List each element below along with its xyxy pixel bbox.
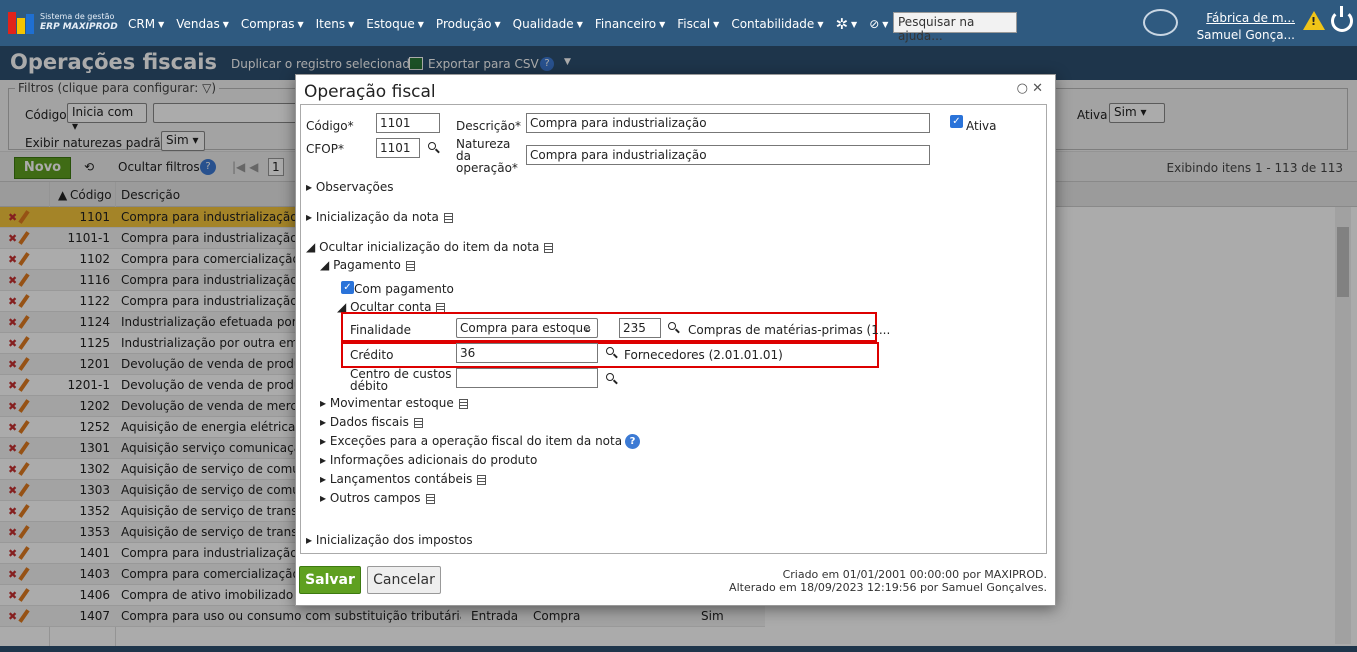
cancelar-button[interactable]: Cancelar bbox=[367, 566, 441, 594]
finalidade-description: Compras de matérias-primas (1... bbox=[688, 323, 891, 337]
company-name[interactable]: Fábrica de m... bbox=[1190, 10, 1295, 27]
menu-estoque[interactable]: Estoque ▼ bbox=[366, 15, 424, 33]
help-circle-icon[interactable]: ? bbox=[625, 434, 641, 449]
credito-search-icon[interactable] bbox=[606, 347, 614, 355]
ativa-checkbox[interactable]: ✓ bbox=[950, 115, 963, 128]
ocultar-item-section[interactable]: ◢ Ocultar inicialização do item da nota bbox=[306, 240, 554, 254]
menu-vendas[interactable]: Vendas ▼ bbox=[176, 15, 229, 33]
finalidade-select[interactable]: Compra para estoque ⌄ bbox=[456, 318, 598, 338]
help-search-input[interactable]: Pesquisar na ajuda... bbox=[893, 12, 1017, 43]
cfop-label: CFOP* bbox=[306, 142, 344, 156]
finalidade-code-input[interactable]: 235 bbox=[619, 318, 661, 338]
main-menu: CRM ▼ Vendas ▼ Compras ▼ Itens ▼ Estoque ▼ Pr… bbox=[128, 15, 888, 33]
triangle-right-icon: ▸ bbox=[306, 180, 313, 194]
menu-crm[interactable]: CRM ▼ bbox=[128, 15, 164, 33]
triangle-right-icon: ▸ bbox=[320, 396, 327, 410]
triangle-right-icon: ▸ bbox=[320, 415, 327, 429]
salvar-button[interactable]: Salvar bbox=[299, 566, 361, 594]
dialog-title: Operação fiscal bbox=[304, 82, 436, 102]
dialog-body: Código* 1101 CFOP* 1101 Descrição* Compr… bbox=[300, 104, 1047, 554]
cfop-input[interactable]: 1101 bbox=[376, 138, 420, 158]
menu-producao[interactable]: Produção ▼ bbox=[436, 15, 501, 33]
document-icon[interactable] bbox=[405, 260, 415, 271]
modified-info: Alterado em 18/09/2023 12:19:56 por Samu… bbox=[729, 581, 1047, 594]
dialog-title-buttons: ○ ✕ bbox=[1017, 81, 1043, 96]
ativa-label: Ativa bbox=[966, 119, 997, 133]
triangle-right-icon: ▸ bbox=[320, 434, 327, 448]
help-icon[interactable]: ⊘ ▼ bbox=[869, 15, 888, 33]
chat-bubble-icon[interactable] bbox=[1143, 9, 1178, 36]
dados-fiscais-section[interactable]: ▸ Dados fiscais bbox=[320, 415, 423, 429]
codigo-label: Código* bbox=[306, 119, 354, 133]
centro-custos-input[interactable] bbox=[456, 368, 598, 388]
credito-label: Crédito bbox=[350, 348, 394, 362]
user-name[interactable]: Samuel Gonça... bbox=[1197, 28, 1295, 42]
menu-itens[interactable]: Itens ▼ bbox=[316, 15, 355, 33]
pagamento-section[interactable]: ◢ Pagamento bbox=[320, 258, 415, 272]
comment-icon[interactable]: ○ bbox=[1017, 81, 1028, 96]
maxiprod-logo[interactable] bbox=[8, 12, 34, 34]
triangle-right-icon: ▸ bbox=[320, 491, 327, 505]
brand: Sistema de gestão ERP MAXIPROD bbox=[40, 11, 118, 33]
close-icon[interactable]: ✕ bbox=[1032, 81, 1043, 96]
credito-input[interactable]: 36 bbox=[456, 343, 598, 363]
document-icon[interactable] bbox=[458, 398, 468, 409]
credito-highlight bbox=[341, 342, 879, 368]
document-icon[interactable] bbox=[443, 212, 453, 223]
document-icon[interactable] bbox=[544, 242, 554, 253]
impostos-section[interactable]: ▸ Inicialização dos impostos bbox=[306, 533, 473, 547]
created-info: Criado em 01/01/2001 00:00:00 por MAXIPR… bbox=[782, 568, 1047, 581]
descricao-input[interactable]: Compra para industrialização bbox=[526, 113, 930, 133]
brand-line1: Sistema de gestão bbox=[40, 12, 115, 21]
triangle-right-icon: ▸ bbox=[306, 533, 313, 547]
triangle-down-icon: ◢ bbox=[306, 240, 316, 254]
top-navbar: Sistema de gestão ERP MAXIPROD CRM ▼ Venda… bbox=[0, 0, 1357, 59]
document-icon[interactable] bbox=[425, 493, 435, 504]
movimentar-estoque-section[interactable]: ▸ Movimentar estoque bbox=[320, 396, 468, 410]
centro-label-2: débito bbox=[350, 379, 388, 393]
operacao-fiscal-dialog: Operação fiscal ○ ✕ Código* 1101 CFOP* 1… bbox=[295, 74, 1056, 606]
brand-line2: ERP MAXIPROD bbox=[40, 22, 118, 32]
codigo-input[interactable]: 1101 bbox=[376, 113, 440, 133]
natureza-label-3: operação* bbox=[456, 161, 518, 175]
warning-icon[interactable]: ! bbox=[1303, 11, 1325, 30]
power-icon[interactable] bbox=[1331, 6, 1353, 32]
cfop-search-icon[interactable] bbox=[428, 142, 436, 150]
natureza-input[interactable]: Compra para industrialização bbox=[526, 145, 930, 165]
menu-compras[interactable]: Compras ▼ bbox=[241, 15, 304, 33]
inicializacao-nota-section[interactable]: ▸ Inicialização da nota bbox=[306, 210, 453, 224]
descricao-label: Descrição* bbox=[456, 119, 522, 133]
triangle-right-icon: ▸ bbox=[306, 210, 313, 224]
lancamentos-section[interactable]: ▸ Lançamentos contábeis bbox=[320, 472, 487, 486]
centro-search-icon[interactable] bbox=[606, 373, 614, 381]
menu-qualidade[interactable]: Qualidade ▼ bbox=[513, 15, 583, 33]
menu-contabilidade[interactable]: Contabilidade ▼ bbox=[731, 15, 823, 33]
outros-campos-section[interactable]: ▸ Outros campos bbox=[320, 491, 435, 505]
finalidade-search-icon[interactable] bbox=[668, 322, 676, 330]
document-icon[interactable] bbox=[413, 417, 423, 428]
menu-fiscal[interactable]: Fiscal ▼ bbox=[677, 15, 719, 33]
com-pagamento-checkbox[interactable]: ✓ bbox=[341, 281, 354, 294]
observacoes-section[interactable]: ▸ Observações bbox=[306, 180, 394, 194]
triangle-right-icon: ▸ bbox=[320, 472, 327, 486]
triangle-down-icon: ◢ bbox=[320, 258, 330, 272]
document-icon[interactable] bbox=[477, 474, 487, 485]
credito-description: Fornecedores (2.01.01.01) bbox=[624, 348, 783, 362]
settings-gear-icon[interactable]: ✲ ▼ bbox=[835, 15, 857, 33]
com-pagamento-label: Com pagamento bbox=[354, 282, 454, 296]
audit-info: Criado em 01/01/2001 00:00:00 por MAXIPR… bbox=[729, 568, 1047, 594]
triangle-right-icon: ▸ bbox=[320, 453, 327, 467]
info-adicionais-section[interactable]: ▸ Informações adicionais do produto bbox=[320, 453, 537, 467]
excecoes-section[interactable]: ▸ Exceções para a operação fiscal do ite… bbox=[320, 434, 641, 449]
finalidade-label: Finalidade bbox=[350, 323, 411, 337]
menu-financeiro[interactable]: Financeiro ▼ bbox=[595, 15, 665, 33]
document-icon[interactable] bbox=[436, 302, 446, 313]
